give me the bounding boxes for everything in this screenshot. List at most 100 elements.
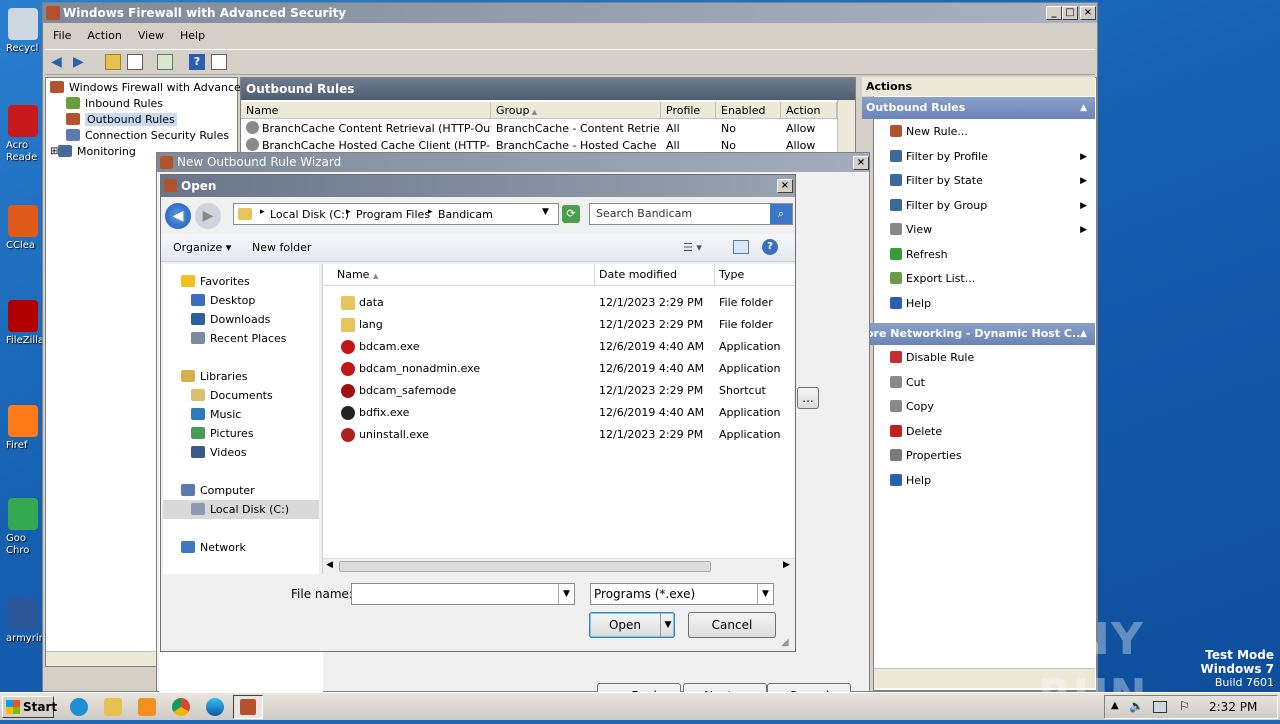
open-button[interactable]: Open ▼ [589,612,675,638]
new-folder-button[interactable]: New folder [252,241,311,254]
action-filter-by-group[interactable]: Filter by Group ▶ [874,194,1095,219]
organize-button[interactable]: Organize ▾ [173,241,231,254]
action-export-list[interactable]: Export List... [874,267,1095,292]
actions-section-outbound[interactable]: Outbound Rules ▲ [862,97,1095,119]
desktop-icon[interactable]: Recycl [0,8,46,55]
nav-local-disk[interactable]: Local Disk (C:) [163,500,319,519]
minimize-button[interactable]: _ [1046,6,1062,20]
column-group[interactable]: Group ▲ [491,102,661,119]
nav-documents[interactable]: Documents [163,386,273,405]
rule-cell[interactable]: No [721,120,781,137]
scroll-right-icon[interactable]: ▶ [783,560,790,570]
export-list-icon[interactable] [157,54,173,70]
breadcrumb-program-files[interactable]: Program Files [356,208,430,221]
menu-file[interactable]: File [45,25,79,47]
forward-nav-button[interactable]: ▶ [195,203,221,229]
collapse-icon[interactable]: ▲ [1080,323,1087,345]
nav-videos[interactable]: Videos [163,443,247,462]
rule-cell[interactable]: BranchCache Content Retrieval (HTTP-Out) [246,120,491,137]
menu-action[interactable]: Action [79,25,129,47]
rule-cell[interactable]: Allow [786,120,837,137]
tree-item[interactable]: Outbound Rules [50,112,233,128]
wizard-titlebar[interactable]: New Outbound Rule Wizard [157,153,869,172]
address-bar[interactable]: ▸ Local Disk (C:) ▸ Program Files ▸ Band… [233,203,559,225]
volume-icon[interactable]: 🔈 [1129,699,1144,713]
nav-favorites[interactable]: Favorites [163,272,250,291]
desktop-icon[interactable]: Firef [0,405,46,452]
explorer-icon[interactable] [104,698,122,716]
show-hide-tree-icon[interactable] [127,54,143,70]
action-filter-by-state[interactable]: Filter by State ▶ [874,169,1095,194]
view-options-icon[interactable]: ☰ ▾ [683,241,702,254]
clock[interactable]: 2:32 PM [1209,700,1257,714]
flag-icon[interactable]: ⚐ [1179,699,1190,713]
chevron-down-icon[interactable]: ▼ [757,584,773,604]
action-refresh[interactable]: Refresh [874,243,1095,268]
maximize-button[interactable]: □ [1062,6,1078,20]
chrome-icon[interactable] [172,698,190,716]
open-titlebar[interactable]: Open [161,175,795,197]
preview-pane-icon[interactable] [733,240,749,254]
menu-help[interactable]: Help [172,25,213,47]
refresh-icon[interactable]: ⟳ [562,205,580,223]
open-close-button[interactable]: × [777,179,793,193]
browse-button[interactable]: ... [797,387,819,409]
firewall-taskbar-button[interactable] [233,695,263,719]
scroll-left-icon[interactable]: ◀ [326,560,333,570]
breadcrumb-local-disk[interactable]: Local Disk (C:) [270,208,349,221]
desktop-icon[interactable]: FileZilla [0,300,46,347]
properties-icon[interactable] [211,54,227,70]
expand-icon[interactable]: ⊞ [50,144,58,160]
action-disable-rule[interactable]: Disable Rule [874,346,1095,371]
back-icon[interactable]: ◀ [51,55,67,69]
action-copy[interactable]: Copy [874,395,1095,420]
action-help[interactable]: Help [874,469,1095,494]
internet-explorer-icon[interactable] [70,698,88,716]
chevron-down-icon[interactable]: ▼ [660,613,675,637]
media-player-icon[interactable] [138,698,156,716]
nav-recent-places[interactable]: Recent Places [163,329,287,348]
file-type-select[interactable]: Programs (*.exe) ▼ [590,583,774,605]
tree-item[interactable]: Inbound Rules [50,96,233,112]
nav-desktop[interactable]: Desktop [163,291,255,310]
horizontal-scrollbar[interactable]: ◀ ▶ [323,558,795,574]
start-button[interactable]: Start [2,696,57,718]
action-properties[interactable]: Properties [874,444,1095,469]
column-date-modified[interactable]: Date modified [595,264,715,286]
actions-section-rule[interactable]: ore Networking - Dynamic Host C... ▲ [862,323,1095,345]
file-row[interactable]: data 12/1/2023 2:29 PM File folder [323,292,797,314]
wizard-close-button[interactable]: × [853,156,869,170]
file-row[interactable]: bdcam_safemode 12/1/2023 2:29 PM Shortcut [323,380,797,402]
breadcrumb-bandicam[interactable]: Bandicam [438,208,493,221]
tray-expand-icon[interactable]: ▲ [1111,700,1119,711]
desktop-icon[interactable]: armyrin [0,598,46,645]
rule-cell[interactable]: All [666,120,716,137]
search-box[interactable]: Search Bandicam ⌕ [589,203,793,225]
back-nav-button[interactable]: ◀ [165,203,191,229]
collapse-icon[interactable]: ▲ [1080,97,1087,119]
tree-item[interactable]: Windows Firewall with Advanced S [50,80,258,96]
column-profile[interactable]: Profile [661,102,716,119]
column-name[interactable]: Name ▲ [323,264,595,286]
close-button[interactable]: × [1080,6,1096,20]
search-icon[interactable]: ⌕ [770,204,792,224]
column-type[interactable]: Type [715,264,795,286]
column-enabled[interactable]: Enabled [716,102,781,119]
help-icon[interactable]: ? [762,239,778,255]
column-name[interactable]: Name [241,102,491,119]
action-delete[interactable]: Delete [874,420,1095,445]
action-new-rule[interactable]: New Rule... [874,120,1095,145]
nav-pictures[interactable]: Pictures [163,424,254,443]
forward-icon[interactable]: ▶ [73,55,89,69]
file-row[interactable]: bdfix.exe 12/6/2019 4:40 AM Application [323,402,797,424]
file-row[interactable]: bdcam_nonadmin.exe 12/6/2019 4:40 AM Appli… [323,358,797,380]
desktop-icon[interactable]: Acro Reade [0,105,46,164]
edge-icon[interactable] [206,698,224,716]
action-filter-by-profile[interactable]: Filter by Profile ▶ [874,145,1095,170]
chevron-down-icon[interactable]: ▼ [558,584,574,604]
window-titlebar[interactable]: Windows Firewall with Advanced Security [43,3,1097,23]
desktop-icon[interactable]: Goo Chro [0,498,46,557]
menu-view[interactable]: View [130,25,172,47]
file-row[interactable]: uninstall.exe 12/1/2023 2:29 PM Applicatio… [323,424,797,446]
resize-grip[interactable]: ◢ [781,637,789,648]
